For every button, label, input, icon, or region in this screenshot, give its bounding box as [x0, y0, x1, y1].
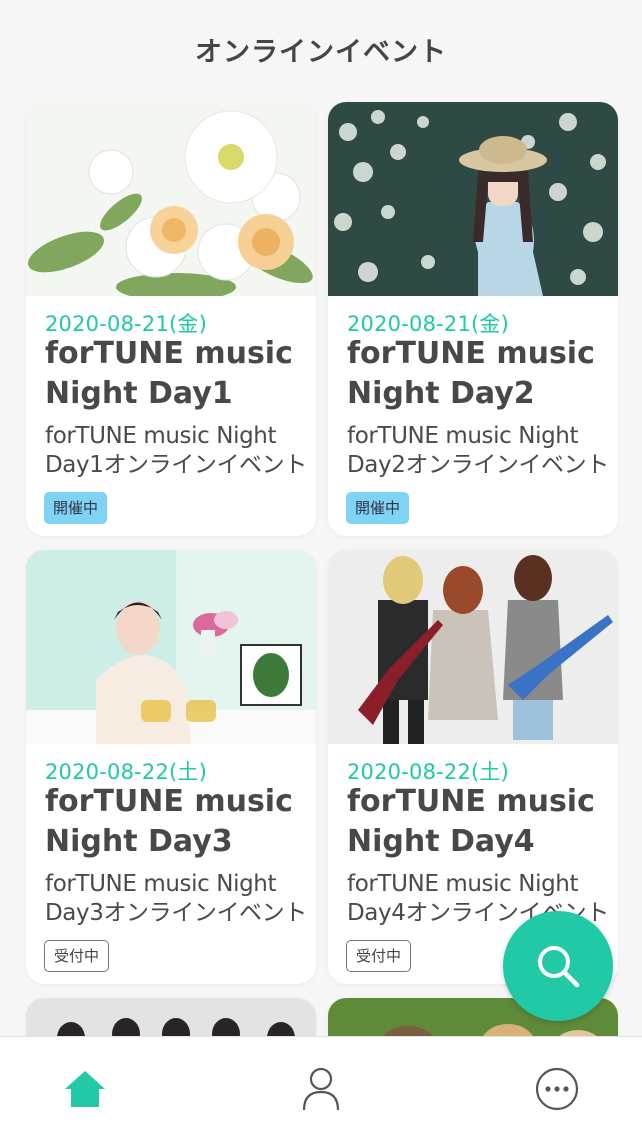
- event-description: forTUNE music Night Day1オンラインイベント: [45, 423, 307, 478]
- screen: オンラインイベント 2020-08-21(金) forTUNE music Ni…: [0, 0, 642, 1138]
- event-description: forTUNE music Night Day2オンラインイベント: [347, 423, 609, 478]
- page-title: オンラインイベント: [195, 37, 447, 68]
- event-title: forTUNE music Night Day1: [45, 336, 293, 411]
- status-badge: 開催中: [346, 492, 410, 524]
- event-description: forTUNE music Night Day3オンラインイベント: [45, 871, 307, 926]
- tab-more[interactable]: [527, 1059, 587, 1119]
- event-title: forTUNE music Night Day3: [45, 784, 293, 859]
- event-image: [26, 550, 316, 744]
- home-icon: [65, 1071, 105, 1107]
- tab-profile[interactable]: [291, 1059, 351, 1119]
- event-image: [26, 102, 316, 296]
- event-image: [328, 102, 618, 296]
- event-title: forTUNE music Night Day2: [347, 336, 595, 411]
- search-icon: [538, 946, 580, 988]
- event-title: forTUNE music Night Day4: [347, 784, 595, 859]
- event-card[interactable]: 2020-08-21(金) forTUNE music Night Day1 f…: [26, 102, 316, 536]
- search-button[interactable]: [503, 911, 613, 1021]
- person-icon: [302, 1067, 340, 1111]
- tab-home[interactable]: [55, 1059, 115, 1119]
- flower-bouquet-image: [26, 102, 316, 296]
- girl-band-image: [328, 550, 618, 744]
- status-badge: 開催中: [44, 492, 108, 524]
- bottom-tab-bar: [0, 1036, 642, 1138]
- event-image: [328, 550, 618, 744]
- event-card[interactable]: 2020-08-22(土) forTUNE music Night Day3 f…: [26, 550, 316, 984]
- woman-in-hat-image: [328, 102, 618, 296]
- status-badge: 受付中: [44, 940, 110, 972]
- woman-with-tea-image: [26, 550, 316, 744]
- event-card[interactable]: 2020-08-21(金) forTUNE music Night Day2 f…: [328, 102, 618, 536]
- more-icon: [535, 1067, 579, 1111]
- status-badge: 受付中: [346, 940, 412, 972]
